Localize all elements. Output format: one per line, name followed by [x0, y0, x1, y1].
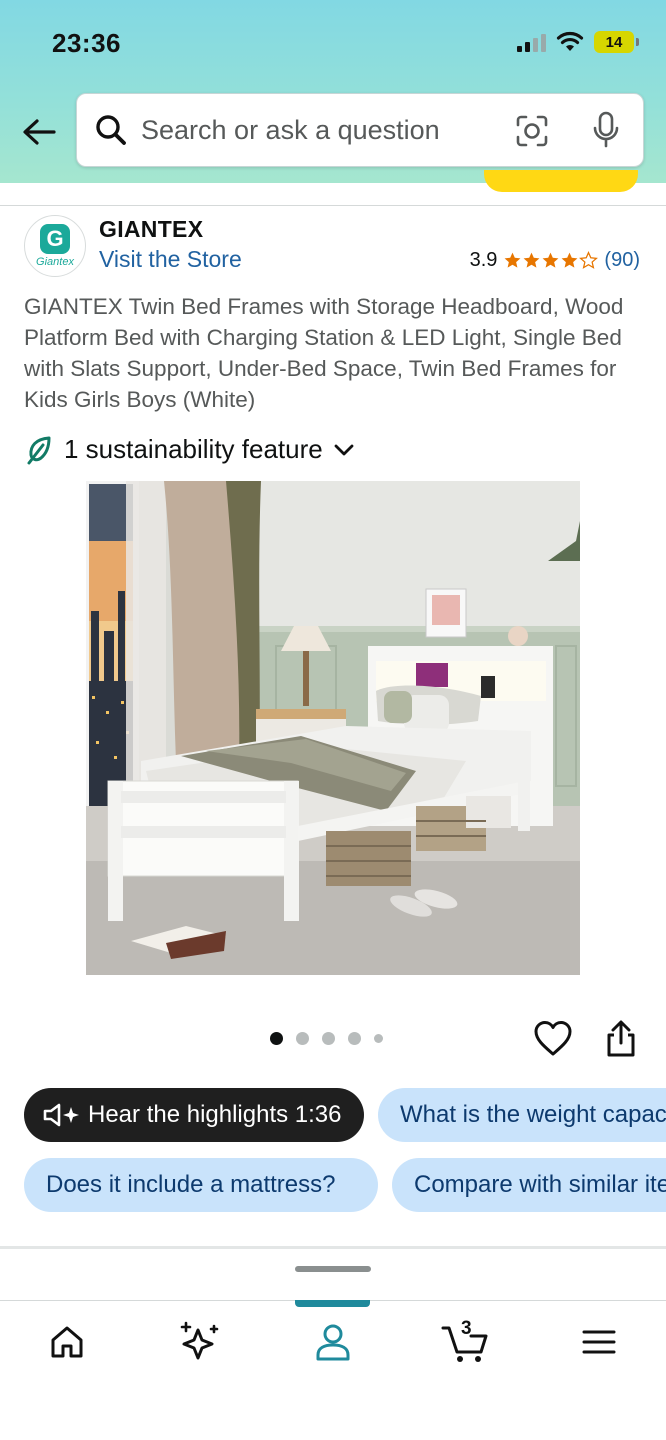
- nav-you[interactable]: [303, 1316, 363, 1368]
- home-icon: [51, 1326, 83, 1358]
- search-icon: [91, 110, 131, 150]
- person-icon: [316, 1324, 350, 1361]
- wishlist-button[interactable]: [533, 1019, 573, 1059]
- speaker-sparkle-icon: [43, 1103, 79, 1127]
- share-icon: [607, 1020, 635, 1057]
- question-chip-mattress[interactable]: Does it include a mattress?: [24, 1158, 378, 1212]
- search-input[interactable]: [141, 114, 501, 146]
- nav-home[interactable]: [37, 1316, 97, 1368]
- brand-logo[interactable]: G Giantex: [24, 215, 86, 277]
- star-full-icon: [505, 252, 521, 268]
- star-full-icon: [543, 252, 559, 268]
- header-bar: 23:36 14: [0, 0, 666, 183]
- rating-value: 3.9: [469, 249, 498, 271]
- back-button[interactable]: [18, 112, 60, 152]
- cellular-signal-icon: [517, 32, 546, 52]
- hear-highlights-label: Hear the highlights 1:36: [88, 1101, 342, 1128]
- product-image[interactable]: [86, 481, 580, 975]
- brand-logo-text: Giantex: [36, 256, 74, 268]
- product-title: GIANTEX Twin Bed Frames with Storage Hea…: [24, 294, 624, 412]
- question-chip-label: What is the weight capacity?: [400, 1101, 666, 1128]
- chevron-down-icon: [334, 444, 354, 455]
- buy-button-peek: [484, 170, 638, 192]
- pagination-dot[interactable]: [270, 1032, 283, 1045]
- question-chip-label: Does it include a mattress?: [46, 1171, 336, 1198]
- sustainability-label: 1 sustainability feature: [64, 434, 323, 464]
- share-button[interactable]: [603, 1019, 639, 1059]
- sheet-grabber[interactable]: [295, 1266, 371, 1272]
- visit-store-link[interactable]: Visit the Store: [99, 246, 242, 273]
- brand-logo-mark: G: [40, 224, 70, 254]
- hamburger-icon: [582, 1330, 616, 1354]
- wifi-icon: [556, 31, 584, 51]
- heart-icon: [534, 1021, 572, 1056]
- nav-rufus[interactable]: [170, 1316, 230, 1368]
- microphone-icon[interactable]: [589, 110, 623, 150]
- divider: [0, 205, 666, 206]
- hear-highlights-button[interactable]: Hear the highlights 1:36: [24, 1088, 364, 1142]
- search-bar[interactable]: [76, 93, 644, 167]
- status-time: 23:36: [52, 28, 121, 58]
- cart-count-badge: 3: [461, 1318, 472, 1339]
- bed-photo: [86, 481, 580, 975]
- nav-menu[interactable]: [569, 1316, 629, 1368]
- nav-active-indicator: [295, 1300, 370, 1307]
- status-icons: 14: [517, 28, 639, 56]
- rating-count[interactable]: (90): [604, 249, 640, 272]
- pagination-dot[interactable]: [296, 1032, 309, 1045]
- arrow-left-icon: [23, 119, 56, 145]
- brand-name: GIANTEX: [99, 216, 204, 242]
- battery-indicator: 14: [594, 31, 639, 53]
- nav-cart[interactable]: 3: [436, 1316, 496, 1368]
- star-full-icon: [562, 252, 578, 268]
- sparkle-icon: [180, 1321, 219, 1360]
- question-chip-weight[interactable]: What is the weight capacity?: [378, 1088, 666, 1142]
- pagination-dot[interactable]: [348, 1032, 361, 1045]
- rating-summary[interactable]: 3.9 (90): [470, 249, 640, 272]
- image-pagination[interactable]: [270, 1032, 383, 1045]
- sustainability-toggle[interactable]: 1 sustainability feature: [26, 434, 355, 465]
- pagination-dot[interactable]: [322, 1032, 335, 1045]
- leaf-icon: [27, 436, 51, 464]
- star-full-icon: [524, 252, 540, 268]
- camera-lens-icon[interactable]: [513, 112, 551, 150]
- question-chip-label: Compare with similar items: [414, 1171, 666, 1198]
- pagination-dot[interactable]: [374, 1034, 383, 1043]
- question-chip-compare[interactable]: Compare with similar items: [392, 1158, 666, 1212]
- star-empty-icon: [579, 251, 599, 269]
- star-rating: [503, 251, 599, 270]
